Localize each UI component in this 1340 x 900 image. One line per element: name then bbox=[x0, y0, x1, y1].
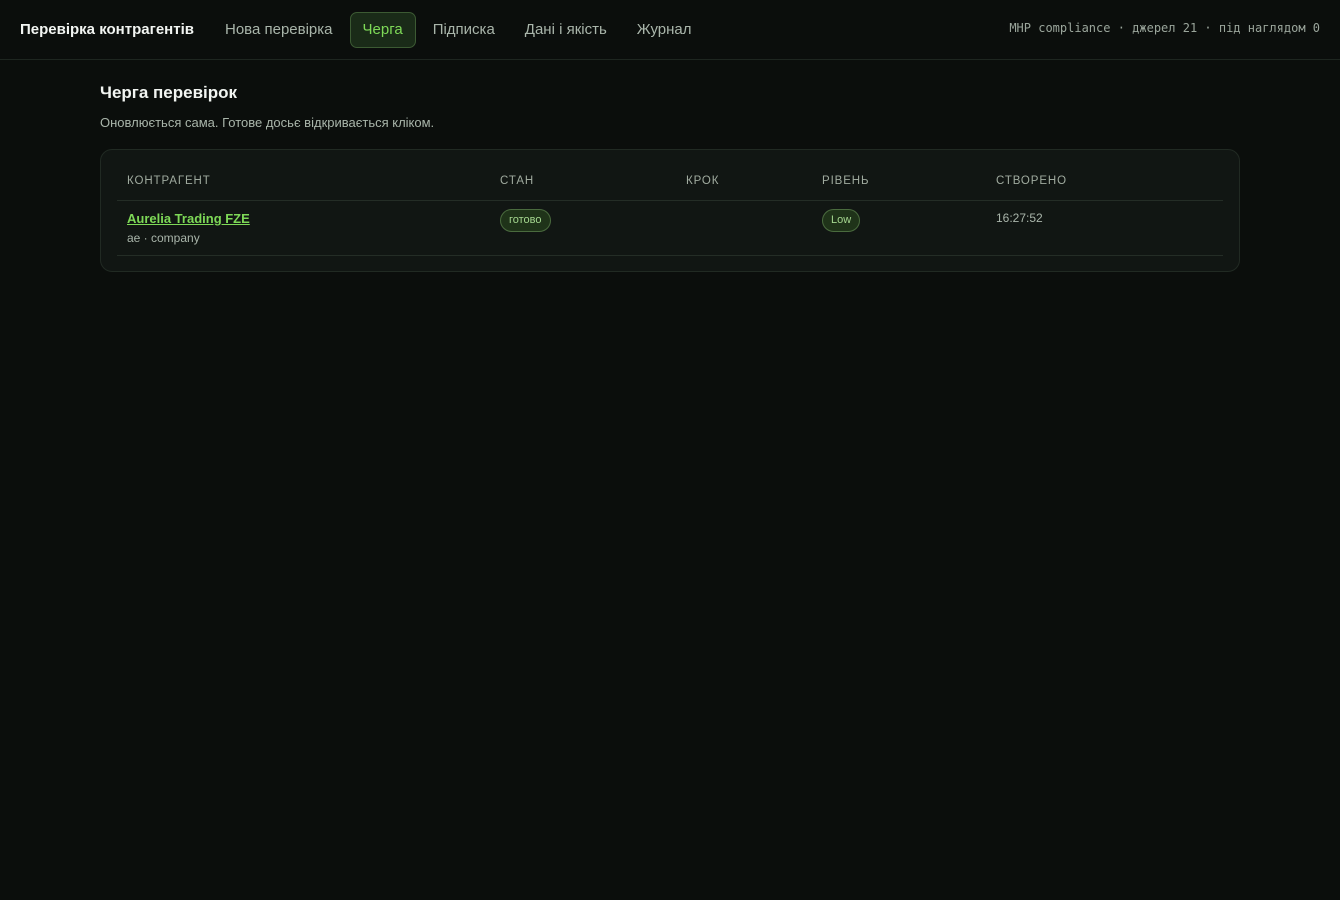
page-title: Черга перевірок bbox=[100, 83, 238, 102]
column-header-step: Крок bbox=[686, 175, 720, 187]
counterparty-cell: Aurelia Trading FZE ae · company bbox=[127, 211, 250, 246]
column-header-state: Стан bbox=[500, 175, 535, 187]
page-subtitle: Оновлюється сама. Готове досьє відкриває… bbox=[100, 115, 435, 130]
app-title: Перевірка контрагентів bbox=[20, 21, 194, 38]
system-status: MHP compliance · джерел 21 · під наглядо… bbox=[1009, 21, 1320, 35]
column-header-created: Створено bbox=[996, 175, 1067, 187]
counterparty-name-link[interactable]: Aurelia Trading FZE bbox=[127, 211, 250, 227]
main-nav: Нова перевірка Черга Підписка Дані і які… bbox=[212, 12, 709, 48]
state-badge: готово bbox=[500, 209, 551, 232]
table-header: Контрагент Стан Крок Рівень Створено bbox=[117, 166, 1223, 201]
level-badge: Low bbox=[822, 209, 861, 232]
nav-queue[interactable]: Черга bbox=[349, 12, 416, 48]
nav-subscription[interactable]: Підписка bbox=[420, 12, 508, 48]
column-header-counterparty: Контрагент bbox=[127, 175, 211, 187]
nav-new-check[interactable]: Нова перевірка bbox=[212, 12, 346, 48]
queue-card: Контрагент Стан Крок Рівень Створено Aur… bbox=[100, 149, 1240, 272]
main-content: Черга перевірок Оновлюється сама. Готове… bbox=[100, 82, 1240, 272]
created-time: 16:27:52 bbox=[996, 211, 1043, 225]
top-bar: Перевірка контрагентів Нова перевірка Че… bbox=[0, 0, 1340, 60]
column-header-level: Рівень bbox=[822, 175, 870, 187]
counterparty-meta: ae · company bbox=[127, 231, 200, 245]
state-cell: готово bbox=[500, 209, 551, 232]
queue-table: Контрагент Стан Крок Рівень Створено Aur… bbox=[117, 166, 1223, 256]
nav-data-quality[interactable]: Дані і якість bbox=[512, 12, 620, 48]
table-row[interactable]: Aurelia Trading FZE ae · company готово … bbox=[117, 201, 1223, 256]
level-cell: Low bbox=[822, 209, 861, 232]
nav-journal[interactable]: Журнал bbox=[624, 12, 705, 48]
